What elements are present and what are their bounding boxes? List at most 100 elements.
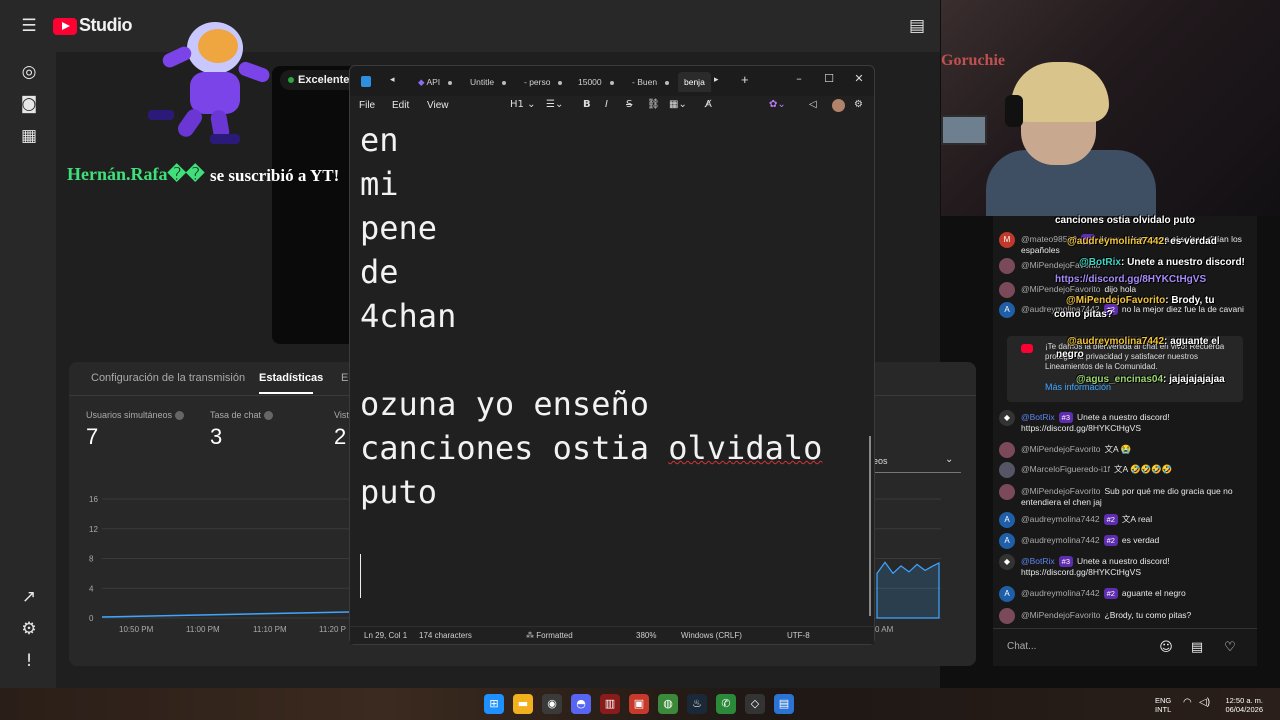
steam-icon[interactable]: ♨ (687, 694, 707, 714)
bold-icon[interactable]: B (583, 99, 591, 110)
menu-file[interactable]: File (359, 100, 375, 111)
file-explorer-icon[interactable]: ▬ (513, 694, 533, 714)
menu-view[interactable]: View (427, 100, 449, 111)
notepad-tab[interactable]: ◆ API (418, 72, 453, 92)
avatar[interactable]: A (999, 586, 1015, 602)
notepad-tab[interactable]: - perso (524, 72, 563, 92)
stream-chat-overlay-line: canciones ostia olvidalo puto (1055, 215, 1195, 226)
chat-message-body: @audreymolina7442 #2 es verdad (1021, 535, 1249, 546)
settings-icon[interactable]: ⚙ (18, 618, 40, 640)
avatar[interactable]: A (999, 533, 1015, 549)
live-icon[interactable]: ◎ (18, 61, 40, 83)
feedback-icon[interactable]: ! (18, 650, 40, 672)
text-line: ozuna yo enseño (360, 385, 649, 423)
youtube-logo-icon[interactable] (53, 18, 77, 35)
misspelled-word[interactable]: olvidalo (668, 429, 822, 467)
chat-message-body: @MiPendejoFavorito 文A 😭 (1021, 444, 1249, 455)
minimize-icon[interactable]: – (789, 69, 809, 89)
tab-stream-settings[interactable]: Configuración de la transmisión (91, 372, 245, 384)
status-encoding[interactable]: UTF-8 (787, 631, 810, 640)
chrome-icon[interactable]: ◍ (658, 694, 678, 714)
avatar[interactable] (999, 608, 1015, 624)
table-icon[interactable]: ▦⌄ (669, 99, 687, 110)
list-icon[interactable]: ☰⌄ (546, 99, 563, 110)
notepad-tab-active[interactable]: benja (678, 72, 711, 92)
status-position[interactable]: Ln 29, Col 1 (364, 631, 407, 640)
chat-author[interactable]: @MiPendejoFavorito (1021, 444, 1101, 454)
italic-icon[interactable]: I (605, 99, 608, 110)
status-line-ending[interactable]: Windows (CRLF) (681, 631, 742, 640)
clapperboard-icon[interactable]: ▤ (906, 15, 928, 37)
avatar[interactable]: ◆ (999, 554, 1015, 570)
tray-language[interactable]: ENG INTL (1155, 696, 1171, 714)
heart-icon[interactable]: ♡ (1222, 640, 1238, 656)
chat-author[interactable]: @MiPendejoFavorito (1021, 284, 1101, 294)
avatar[interactable]: A (999, 512, 1015, 528)
camera-icon[interactable]: ◙ (18, 93, 40, 115)
chat-text: dijo hola (1104, 284, 1137, 294)
clear-format-icon[interactable]: A̸ (705, 99, 712, 110)
avatar[interactable]: M (999, 232, 1015, 248)
avatar[interactable] (999, 282, 1015, 298)
wifi-icon[interactable]: ◠ (1183, 698, 1192, 708)
copilot-icon[interactable]: ✿⌄ (769, 99, 786, 110)
chat-author[interactable]: @audreymolina7442 (1021, 588, 1100, 598)
tray-clock[interactable]: 12:50 a. m. 06/04/2026 (1219, 696, 1263, 714)
app-icon[interactable]: ◇ (745, 694, 765, 714)
chat-message-body: @audreymolina7442 #2 文A real (1021, 514, 1249, 525)
chat-divider (993, 628, 1257, 629)
info-icon[interactable] (263, 411, 273, 421)
chat-input[interactable]: Chat... (1001, 636, 1161, 658)
scrollbar[interactable] (869, 436, 871, 616)
notepad-tab[interactable]: Untitle (470, 72, 507, 92)
emoji-icon[interactable]: ☺ (1158, 640, 1174, 656)
tab-analytics[interactable]: Estadísticas (259, 372, 323, 384)
tab-scroll-right-icon[interactable]: ▸ (714, 74, 719, 85)
chevron-down-icon[interactable]: ⌄ (945, 454, 953, 465)
chat-author[interactable]: @MiPendejoFavorito (1021, 610, 1101, 620)
avatar[interactable] (999, 484, 1015, 500)
strikethrough-icon[interactable]: S (626, 99, 632, 110)
maximize-icon[interactable]: ☐ (819, 69, 839, 89)
menu-edit[interactable]: Edit (392, 100, 409, 111)
chat-author[interactable]: @audreymolina7442 (1021, 535, 1100, 545)
discord-icon[interactable]: ◓ (571, 694, 591, 714)
menu-icon[interactable]: ☰ (18, 15, 40, 37)
avatar[interactable] (832, 99, 845, 112)
chat-author[interactable]: @MiPendejoFavorito (1021, 486, 1101, 496)
settings-icon[interactable]: ⚙ (854, 99, 863, 110)
new-tab-icon[interactable]: + (741, 72, 749, 87)
avatar[interactable] (999, 462, 1015, 478)
info-icon[interactable] (174, 411, 184, 421)
avatar[interactable]: ◆ (999, 410, 1015, 426)
chat-author[interactable]: @BotRix (1021, 556, 1055, 566)
close-icon[interactable]: ✕ (849, 69, 869, 89)
megaphone-icon[interactable]: ◁ (809, 99, 817, 110)
avatar[interactable] (999, 258, 1015, 274)
open-external-icon[interactable]: ↗ (18, 586, 40, 608)
app-icon[interactable]: ▣ (629, 694, 649, 714)
chat-author[interactable]: @MarceloFigueredo-i1f (1021, 464, 1110, 474)
super-chat-icon[interactable]: ▤ (1189, 640, 1205, 656)
notepad-tab[interactable]: 15000 (578, 72, 614, 92)
avatar[interactable] (999, 442, 1015, 458)
notepad-taskbar-icon[interactable]: ▤ (774, 694, 794, 714)
windows-start-icon[interactable]: ⊞ (484, 694, 504, 714)
status-format[interactable]: ⁂ Formatted (526, 631, 573, 640)
stream-chat-overlay-line: negro (1056, 349, 1084, 360)
chat-author[interactable]: @BotRix (1021, 412, 1055, 422)
link-icon[interactable]: ⛓ (647, 99, 660, 110)
notepad-tab[interactable]: - Buen (632, 72, 670, 92)
notepad-text-area[interactable]: en mi pene de 4chan ozuna yo enseño canciones … (360, 118, 860, 618)
heading-dropdown[interactable]: H1 ⌄ (510, 99, 535, 110)
volume-icon[interactable]: ◁) (1199, 698, 1210, 708)
obs-icon[interactable]: ◉ (542, 694, 562, 714)
chat-author[interactable]: @audreymolina7442 (1021, 514, 1100, 524)
app-icon[interactable]: ▥ (600, 694, 620, 714)
status-zoom[interactable]: 380% (636, 631, 656, 640)
whatsapp-icon[interactable]: ✆ (716, 694, 736, 714)
metric-dropdown[interactable]: eos (873, 456, 888, 466)
calendar-icon[interactable]: ▦ (18, 125, 40, 147)
avatar[interactable]: A (999, 302, 1015, 318)
tab-scroll-left-icon[interactable]: ◂ (390, 74, 395, 85)
